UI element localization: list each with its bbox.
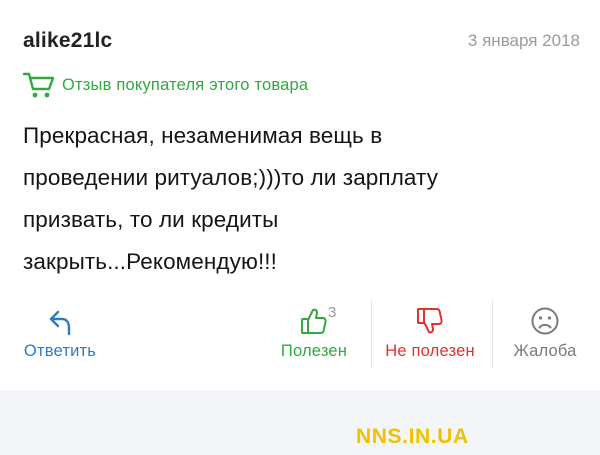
- complaint-label: Жалоба: [513, 342, 577, 360]
- review-text-line: призвать, то ли кредиты: [23, 207, 279, 232]
- reply-arrow-icon: [49, 310, 71, 336]
- site-watermark: NNS.IN.UA: [356, 425, 469, 448]
- useful-count: 3: [328, 304, 337, 321]
- useful-button[interactable]: 3 Полезен: [268, 300, 360, 370]
- useful-label: Полезен: [280, 342, 348, 360]
- not-useful-button[interactable]: Не полезен: [372, 300, 488, 370]
- review-date: 3 января 2018: [467, 31, 580, 50]
- divider: [492, 300, 493, 368]
- shopping-cart-icon: [22, 72, 55, 98]
- thumbs-up-icon: [301, 308, 327, 334]
- review-text: Прекрасная, незаменимая вещь в проведени…: [23, 115, 583, 283]
- sad-face-icon: [531, 307, 559, 335]
- reply-button[interactable]: Ответить: [12, 300, 108, 370]
- complaint-button[interactable]: Жалоба: [500, 300, 590, 370]
- not-useful-label: Не полезен: [385, 342, 475, 360]
- reply-label: Ответить: [23, 342, 97, 360]
- footer-area: [0, 390, 600, 455]
- review-text-line: проведении ритуалов;)))то ли зарплату: [23, 165, 439, 190]
- thumbs-down-icon: [417, 308, 443, 334]
- review-text-line: закрыть...Рекомендую!!!: [23, 249, 277, 274]
- review-text-line: Прекрасная, незаменимая вещь в: [23, 123, 383, 148]
- review-card: alike21lc 3 января 2018 Отзыв покупателя…: [0, 0, 600, 390]
- verified-buyer-badge: Отзыв покупателя этого товара: [22, 70, 308, 100]
- badge-label: Отзыв покупателя этого товара: [62, 75, 309, 94]
- review-author[interactable]: alike21lc: [23, 29, 112, 53]
